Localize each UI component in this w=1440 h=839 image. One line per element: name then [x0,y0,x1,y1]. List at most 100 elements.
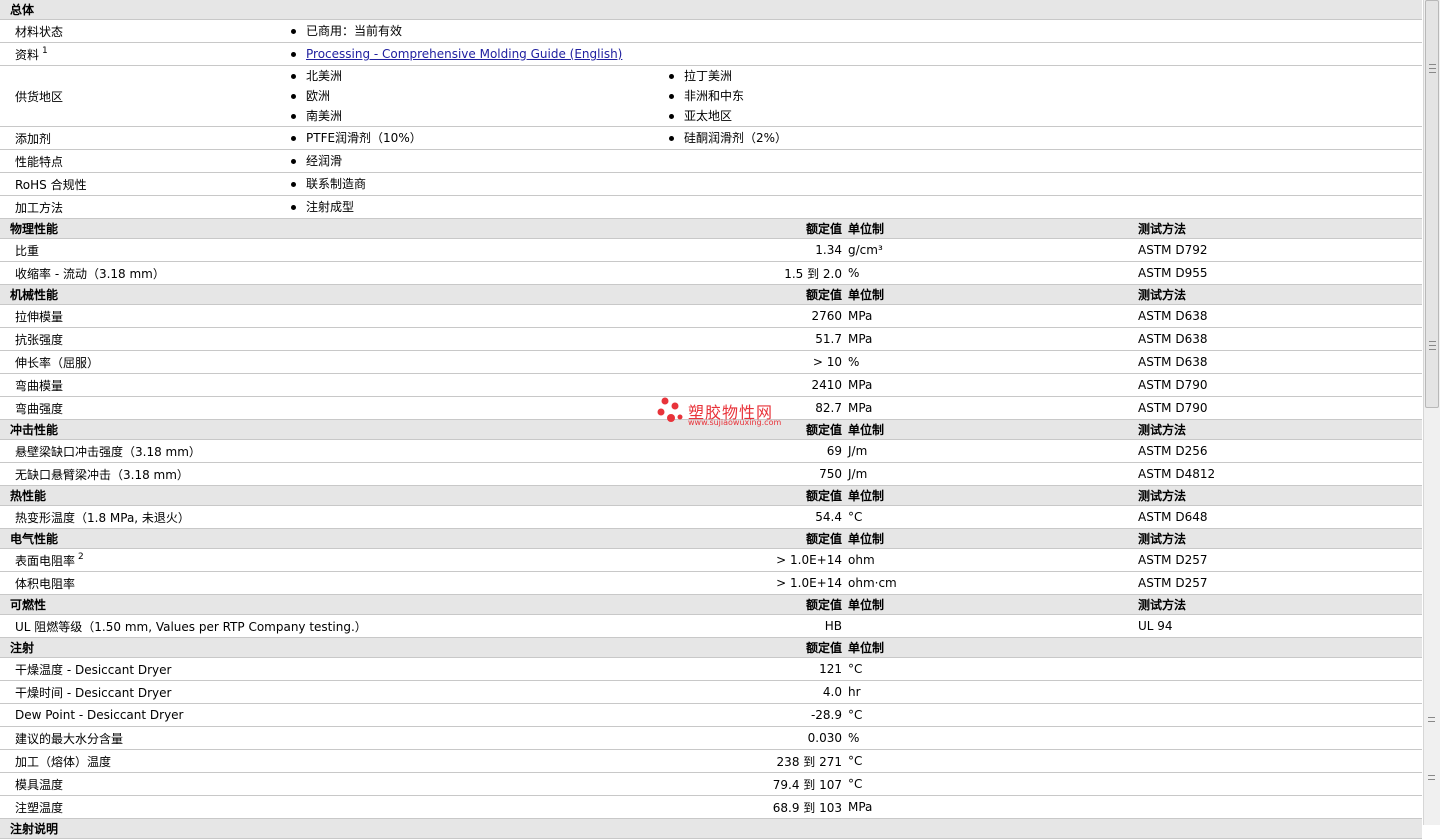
test-method-value: ASTM D955 [1138,261,1423,285]
bullet-text: 亚太地区 [684,109,733,123]
property-values: 注射成型 [283,195,1423,219]
property-label-text: 供货地区 [15,89,64,104]
section-title: 机械性能 [0,284,283,305]
vertical-scrollbar[interactable] [1423,0,1440,825]
test-method-value: ASTM D790 [1138,396,1423,420]
unit-value: J/m [848,462,1138,486]
property-label-text: 加工方法 [15,200,64,215]
property-row: 体积电阻率 > 1.0E+14 ohm·cm ASTM D257 [0,571,1423,595]
section-header: 机械性能 额定值 单位制 测试方法 [0,284,1423,305]
section-header: 物理性能 额定值 单位制 测试方法 [0,218,1423,239]
test-method-value: ASTM D257 [1138,548,1423,572]
unit-value: MPa [848,795,1138,819]
nominal-header: 额定值 [283,218,848,239]
test-method-header: 测试方法 [1138,284,1423,305]
unit-value: MPa [848,304,1138,328]
test-method-header: 测试方法 [1138,419,1423,440]
bullet-text: 联系制造商 [306,177,367,191]
bullet-text: 已商用：当前有效 [306,24,403,38]
nominal-value: 69 [283,439,848,463]
nominal-value: > 1.0E+14 [283,571,848,595]
bullet-text: 北美洲 [306,69,343,83]
bullet-item: 拉丁美洲 [669,66,1047,86]
bullet-icon [291,51,296,57]
property-label-text: 悬壁梁缺口冲击强度（3.18 mm） [15,444,201,459]
bullet-list: Processing - Comprehensive Molding Guide… [291,44,1422,64]
unit-value: °C [848,772,1138,796]
section-header: 热性能 额定值 单位制 测试方法 [0,485,1423,506]
unit-value: J/m [848,439,1138,463]
property-row: Dew Point - Desiccant Dryer -28.9 °C [0,703,1423,727]
bullet-icon [291,73,296,79]
bullet-item[interactable]: Processing - Comprehensive Molding Guide… [291,44,669,64]
bullet-list: 已商用：当前有效 [291,21,1422,41]
unit-value: MPa [848,327,1138,351]
bullet-text: 注射成型 [306,200,355,214]
unit-value: MPa [848,373,1138,397]
property-label: 加工方法 [0,195,283,219]
bullet-list: 注射成型 [291,197,1422,217]
nominal-header: 额定值 [283,528,848,549]
bullet-icon [291,181,296,187]
unit-header: 单位制 [848,485,1138,506]
property-values: 北美洲 拉丁美洲 欧洲 非洲和中东 南美洲 亚太地区 [283,65,1423,127]
property-label-text: 建议的最大水分含量 [15,731,124,746]
test-method-value [1138,680,1423,704]
bullet-item: 欧洲 [291,86,669,106]
bullet-item: 经润滑 [291,151,669,171]
test-method-value [1138,772,1423,796]
section-title: 物理性能 [0,218,283,239]
test-method-header: 测试方法 [1138,485,1423,506]
bullet-list: PTFE润滑剂（10%） 硅酮润滑剂（2%） [291,128,1422,148]
property-label-text: 材料状态 [15,24,64,39]
nominal-header: 额定值 [283,284,848,305]
nominal-value: > 1.0E+14 [283,548,848,572]
nominal-value: 121 [283,657,848,681]
property-label: Dew Point - Desiccant Dryer [0,703,283,727]
unit-value: g/cm³ [848,238,1138,262]
property-label-text: 弯曲强度 [15,401,64,416]
test-method-value: ASTM D792 [1138,238,1423,262]
property-row: 干燥温度 - Desiccant Dryer 121 °C [0,657,1423,681]
bullet-icon [291,28,296,34]
nominal-value: 750 [283,462,848,486]
bullet-item: 注射成型 [291,197,669,217]
bullet-list: 北美洲 拉丁美洲 欧洲 非洲和中东 南美洲 亚太地区 [291,66,1422,126]
section-title: 冲击性能 [0,419,283,440]
test-method-value: ASTM D257 [1138,571,1423,595]
nominal-value: 238 到 271 [283,749,848,773]
section-title: 电气性能 [0,528,283,549]
property-label: 注塑温度 [0,795,283,819]
test-method-value: ASTM D638 [1138,304,1423,328]
property-row: 抗张强度 51.7 MPa ASTM D638 [0,327,1423,351]
bullet-item: PTFE润滑剂（10%） [291,128,669,148]
property-label-text: 干燥时间 - Desiccant Dryer [15,685,172,700]
property-label: 无缺口悬臂梁冲击（3.18 mm） [0,462,283,486]
section-title: 热性能 [0,485,283,506]
property-values: 联系制造商 [283,172,1423,196]
property-label: 干燥时间 - Desiccant Dryer [0,680,283,704]
bullet-text: 南美洲 [306,109,343,123]
section-title: 可燃性 [0,594,283,615]
property-label-text: 加工（熔体）温度 [15,754,112,769]
property-values: PTFE润滑剂（10%） 硅酮润滑剂（2%） [283,126,1423,150]
property-label-text: 无缺口悬臂梁冲击（3.18 mm） [15,467,189,482]
nominal-value: > 10 [283,350,848,374]
nominal-value: HB [283,614,848,638]
nominal-header: 额定值 [283,637,848,658]
bullet-icon [669,113,674,119]
property-row: 收缩率 - 流动（3.18 mm） 1.5 到 2.0% ASTM D955 [0,261,1423,285]
bullet-list: 经润滑 [291,151,1422,171]
scrollbar-thumb[interactable] [1425,0,1439,408]
test-method-value: ASTM D790 [1138,373,1423,397]
property-values: 已商用：当前有效 [283,19,1423,43]
nominal-value: 2410 [283,373,848,397]
property-row: 资料 1 Processing - Comprehensive Molding Gu… [0,42,1423,66]
property-label-text: 收缩率 - 流动（3.18 mm） [15,266,165,281]
property-row: 表面电阻率 2 > 1.0E+14 ohm ASTM D257 [0,548,1423,572]
property-row: 悬壁梁缺口冲击强度（3.18 mm） 69 J/m ASTM D256 [0,439,1423,463]
unit-header: 单位制 [848,594,1138,615]
datasheet: 总体 材料状态 已商用：当前有效 资料 1 Processing - Comprehens… [0,0,1423,839]
property-label: 添加剂 [0,126,283,150]
document-link[interactable]: Processing - Comprehensive Molding Guide… [306,44,622,64]
